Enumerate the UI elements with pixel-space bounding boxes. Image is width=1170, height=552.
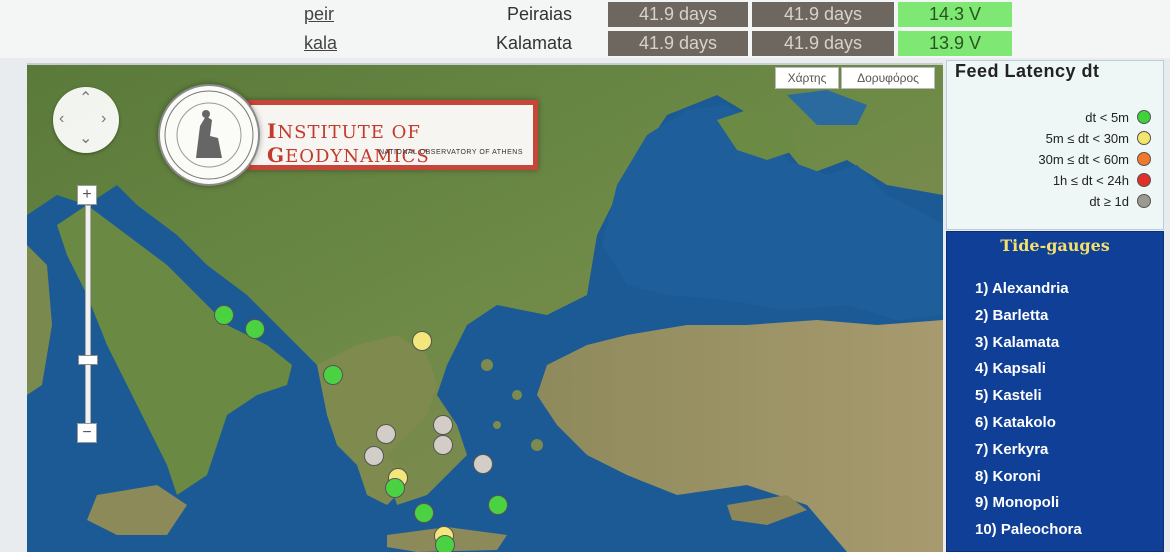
station-code-link[interactable]: kala bbox=[304, 33, 344, 54]
pan-right-icon[interactable]: › bbox=[101, 111, 106, 127]
institute-banner: INSTITUTE OF GEODYNAMICS NATIONAL OBSERV… bbox=[246, 100, 538, 170]
station-marker[interactable] bbox=[323, 365, 343, 385]
map-type-satellite-button[interactable]: Δορυφόρος bbox=[841, 67, 935, 89]
tide-gauge-item[interactable]: 2) Barletta bbox=[975, 307, 1082, 334]
legend-title: Feed Latency dt bbox=[955, 61, 1100, 81]
station-marker[interactable] bbox=[385, 478, 405, 498]
tide-gauge-item[interactable]: 8) Koroni bbox=[975, 468, 1082, 495]
observatory-seal-icon bbox=[158, 84, 260, 186]
tide-gauge-item[interactable]: 4) Kapsali bbox=[975, 360, 1082, 387]
station-marker[interactable] bbox=[433, 415, 453, 435]
station-name: Peiraias bbox=[506, 4, 572, 24]
legend-item: 5m ≤ dt < 30m bbox=[947, 128, 1163, 150]
legend-dot-icon bbox=[1137, 194, 1151, 208]
tide-gauge-item[interactable]: 9) Monopoli bbox=[975, 494, 1082, 521]
station-marker[interactable] bbox=[214, 305, 234, 325]
satellite-map[interactable]: ⌃ ⌄ ‹ › + − Χάρτης Δορυφόρος INSTITUTE O… bbox=[27, 63, 943, 552]
zoom-slider-track[interactable] bbox=[85, 205, 91, 429]
tide-gauge-item[interactable]: 6) Katakolo bbox=[975, 414, 1082, 441]
station-marker[interactable] bbox=[376, 424, 396, 444]
station-name: Kalamata bbox=[495, 33, 572, 53]
station-marker[interactable] bbox=[433, 435, 453, 455]
station-marker[interactable] bbox=[245, 319, 265, 339]
latency-cell: 41.9 days bbox=[752, 31, 894, 56]
station-code-link[interactable]: peir bbox=[304, 4, 344, 25]
legend-label: 5m ≤ dt < 30m bbox=[1045, 131, 1129, 146]
legend-label: 1h ≤ dt < 24h bbox=[1052, 173, 1129, 188]
institute-subtitle: NATIONAL OBSERVATORY OF ATHENS bbox=[378, 149, 523, 156]
tide-gauge-item[interactable]: 5) Kasteli bbox=[975, 387, 1082, 414]
tide-gauge-item[interactable]: 10) Paleochora bbox=[975, 521, 1082, 548]
institute-logo: INSTITUTE OF GEODYNAMICS NATIONAL OBSERV… bbox=[154, 82, 544, 194]
pan-up-icon[interactable]: ⌃ bbox=[79, 91, 92, 107]
pan-down-icon[interactable]: ⌄ bbox=[79, 131, 92, 147]
zoom-in-button[interactable]: + bbox=[77, 185, 97, 205]
latency-cell: 41.9 days bbox=[608, 31, 748, 56]
station-marker[interactable] bbox=[364, 446, 384, 466]
tide-gauge-item[interactable]: 3) Kalamata bbox=[975, 334, 1082, 361]
tide-gauge-item[interactable]: 7) Kerkyra bbox=[975, 441, 1082, 468]
tide-gauge-item[interactable]: 1) Alexandria bbox=[975, 280, 1082, 307]
tide-gauges-title: Tide-gauges bbox=[1000, 236, 1110, 255]
map-type-map-button[interactable]: Χάρτης bbox=[775, 67, 839, 89]
tide-gauges-list: 1) Alexandria 2) Barletta 3) Kalamata 4)… bbox=[975, 280, 1082, 548]
legend-dot-icon bbox=[1137, 173, 1151, 187]
voltage-cell: 14.3 V bbox=[898, 2, 1012, 27]
latency-cell: 41.9 days bbox=[608, 2, 748, 27]
institute-name: INSTITUTE OF GEODYNAMICS bbox=[267, 119, 430, 167]
station-table: peir Peiraias 41.9 days 41.9 days 14.3 V… bbox=[0, 0, 1170, 58]
station-row: kala Kalamata 41.9 days 41.9 days 13.9 V bbox=[0, 29, 1170, 58]
station-marker[interactable] bbox=[414, 503, 434, 523]
legend-item: 30m ≤ dt < 60m bbox=[947, 149, 1163, 171]
legend-dot-icon bbox=[1137, 110, 1151, 124]
voltage-cell: 13.9 V bbox=[898, 31, 1012, 56]
legend-dot-icon bbox=[1137, 131, 1151, 145]
station-marker[interactable] bbox=[412, 331, 432, 351]
legend-label: dt < 5m bbox=[1085, 110, 1129, 125]
station-row: peir Peiraias 41.9 days 41.9 days 14.3 V bbox=[0, 0, 1170, 29]
zoom-out-button[interactable]: − bbox=[77, 423, 97, 443]
legend-item: dt ≥ 1d bbox=[947, 191, 1163, 213]
pan-left-icon[interactable]: ‹ bbox=[59, 111, 64, 127]
legend-label: dt ≥ 1d bbox=[1089, 194, 1129, 209]
legend-item: dt < 5m bbox=[947, 107, 1163, 129]
latency-legend: Feed Latency dt dt < 5m 5m ≤ dt < 30m 30… bbox=[946, 60, 1164, 230]
zoom-slider-thumb[interactable] bbox=[78, 355, 98, 365]
station-marker[interactable] bbox=[488, 495, 508, 515]
tide-gauges-panel: Tide-gauges 1) Alexandria 2) Barletta 3)… bbox=[946, 231, 1164, 552]
station-marker[interactable] bbox=[473, 454, 493, 474]
pan-control[interactable]: ⌃ ⌄ ‹ › bbox=[53, 87, 119, 153]
legend-dot-icon bbox=[1137, 152, 1151, 166]
latency-cell: 41.9 days bbox=[752, 2, 894, 27]
legend-item: 1h ≤ dt < 24h bbox=[947, 170, 1163, 192]
legend-label: 30m ≤ dt < 60m bbox=[1038, 152, 1129, 167]
station-marker[interactable] bbox=[435, 535, 455, 552]
